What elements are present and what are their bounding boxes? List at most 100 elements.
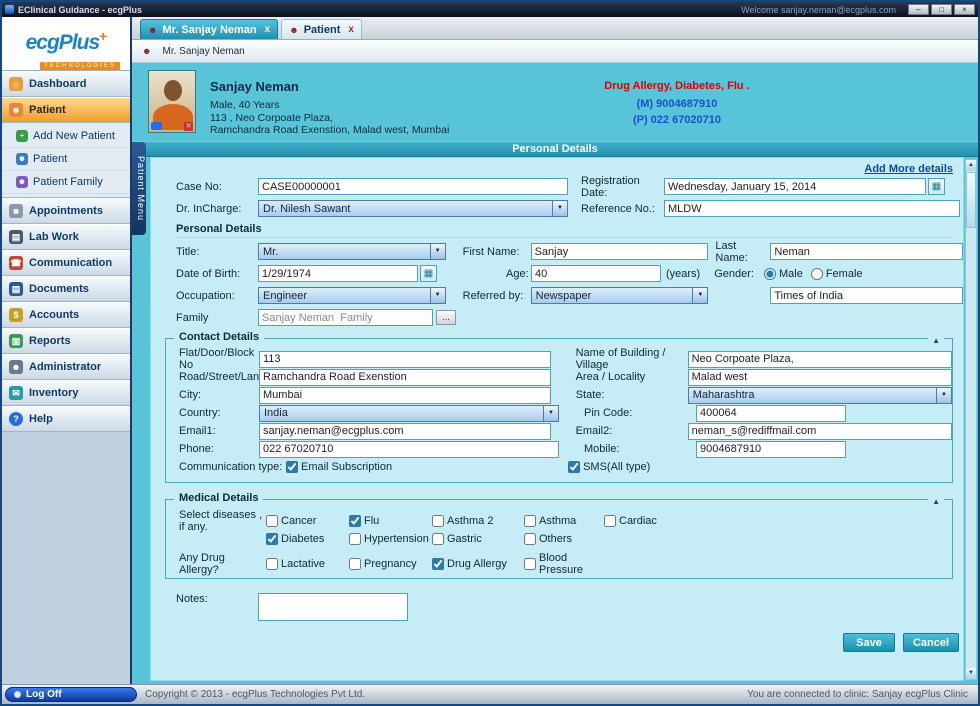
gender-female-input[interactable] xyxy=(811,268,823,280)
cardiac-input[interactable] xyxy=(604,515,616,527)
asthma-input[interactable] xyxy=(524,515,536,527)
disease-flu-checkbox[interactable]: Flu xyxy=(349,515,432,527)
sidebar-item-dashboard[interactable]: ⌂ Dashboard xyxy=(2,71,130,97)
drug-allergy-input[interactable] xyxy=(432,558,444,570)
save-button[interactable]: Save xyxy=(843,633,895,652)
flat-input[interactable] xyxy=(259,351,551,368)
logo-text: ecgPlus+ xyxy=(2,25,130,54)
allergy-pregnancy-checkbox[interactable]: Pregnancy xyxy=(349,558,432,570)
last-name-input[interactable] xyxy=(770,243,963,260)
dr-incharge-select[interactable]: Dr. Nilesh Sawant ▼ xyxy=(258,200,568,217)
gastric-input[interactable] xyxy=(432,533,444,545)
family-browse-button[interactable]: ... xyxy=(436,310,456,325)
diabetes-input[interactable] xyxy=(266,533,278,545)
others-input[interactable] xyxy=(524,533,536,545)
tab-sanjay-neman[interactable]: ☻ Mr. Sanjay Neman x xyxy=(140,19,278,39)
gender-female-radio[interactable]: Female xyxy=(811,268,863,280)
close-button[interactable]: × xyxy=(954,4,975,15)
age-input[interactable] xyxy=(531,265,661,282)
email1-input[interactable] xyxy=(259,423,551,440)
calendar-icon[interactable]: ▦ xyxy=(420,265,437,282)
occupation-select[interactable]: Engineer ▼ xyxy=(258,287,446,304)
title-select[interactable]: Mr. ▼ xyxy=(258,243,446,260)
sidebar-item-accounts[interactable]: $ Accounts xyxy=(2,302,130,328)
reference-no-input[interactable] xyxy=(664,200,960,217)
sidebar-item-patient-family[interactable]: ☻ Patient Family xyxy=(2,171,130,194)
disease-cancer-checkbox[interactable]: Cancer xyxy=(266,515,349,527)
disease-asthma-checkbox[interactable]: Asthma xyxy=(524,515,604,527)
calendar-icon[interactable]: ▦ xyxy=(928,178,945,195)
email2-input[interactable] xyxy=(688,423,952,440)
city-input[interactable] xyxy=(259,387,551,404)
blood-pressure-input[interactable] xyxy=(524,558,536,570)
hypertension-input[interactable] xyxy=(349,533,361,545)
collapse-icon[interactable]: ▲ xyxy=(928,497,944,506)
collapse-icon[interactable]: ▲ xyxy=(928,336,944,345)
asthma2-input[interactable] xyxy=(432,515,444,527)
lactative-input[interactable] xyxy=(266,558,278,570)
state-select[interactable]: Maharashtra ▼ xyxy=(688,387,952,404)
sidebar-item-patient-sub[interactable]: ☻ Patient xyxy=(2,148,130,171)
maximize-button[interactable]: □ xyxy=(931,4,952,15)
referred-by-detail-input[interactable] xyxy=(770,287,963,304)
mobile-input[interactable] xyxy=(696,441,846,458)
sidebar-item-inventory[interactable]: ✉ Inventory xyxy=(2,380,130,406)
cardiac-label: Cardiac xyxy=(619,515,657,527)
building-input[interactable] xyxy=(688,351,952,368)
sms-input[interactable] xyxy=(568,461,580,473)
notes-input[interactable] xyxy=(258,593,408,621)
case-no-input[interactable] xyxy=(258,178,568,195)
email-subscription-input[interactable] xyxy=(286,461,298,473)
sidebar-item-communication[interactable]: ☎ Communication xyxy=(2,250,130,276)
gender-male-radio[interactable]: Male xyxy=(764,268,803,280)
sidebar-item-patient[interactable]: ☻ Patient xyxy=(2,97,130,123)
cancer-input[interactable] xyxy=(266,515,278,527)
dob-input[interactable] xyxy=(258,265,418,282)
disease-diabetes-checkbox[interactable]: Diabetes xyxy=(266,533,349,545)
tab-close-icon[interactable]: x xyxy=(265,24,271,35)
flu-input[interactable] xyxy=(349,515,361,527)
log-off-button[interactable]: Log Off xyxy=(5,687,137,702)
sidebar-item-lab-work[interactable]: ▤ Lab Work xyxy=(2,224,130,250)
patient-alerts: Drug Allergy, Diabetes, Flu . xyxy=(512,80,842,92)
country-select[interactable]: India ▼ xyxy=(259,405,559,422)
minimize-button[interactable]: – xyxy=(908,4,929,15)
road-input[interactable] xyxy=(259,369,551,386)
vertical-scrollbar[interactable]: ▲ ▼ xyxy=(965,159,977,680)
remove-photo-icon[interactable]: ✕ xyxy=(184,122,193,131)
sidebar-item-help[interactable]: ? Help xyxy=(2,406,130,432)
sidebar-item-documents[interactable]: ▤ Documents xyxy=(2,276,130,302)
disease-cardiac-checkbox[interactable]: Cardiac xyxy=(604,515,704,527)
scrollbar-thumb[interactable] xyxy=(966,172,976,228)
cancel-button[interactable]: Cancel xyxy=(903,633,959,652)
area-input[interactable] xyxy=(688,369,952,386)
camera-icon[interactable] xyxy=(151,122,162,130)
disease-hypertension-checkbox[interactable]: Hypertension xyxy=(349,533,432,545)
disease-asthma2-checkbox[interactable]: Asthma 2 xyxy=(432,515,524,527)
referred-by-select[interactable]: Newspaper ▼ xyxy=(531,287,709,304)
disease-gastric-checkbox[interactable]: Gastric xyxy=(432,533,524,545)
sidebar-item-administrator[interactable]: ☻ Administrator xyxy=(2,354,130,380)
sms-checkbox[interactable]: SMS(All type) xyxy=(568,461,650,473)
email-subscription-checkbox[interactable]: Email Subscription xyxy=(286,461,392,473)
allergy-drug-allergy-checkbox[interactable]: Drug Allergy xyxy=(432,558,524,570)
sidebar-item-add-new-patient[interactable]: + Add New Patient xyxy=(2,125,130,148)
patient-menu-tab[interactable]: Patient Menu xyxy=(132,142,146,235)
allergy-lactative-checkbox[interactable]: Lactative xyxy=(266,558,349,570)
pin-input[interactable] xyxy=(696,405,846,422)
first-name-input[interactable] xyxy=(531,243,709,260)
disease-others-checkbox[interactable]: Others xyxy=(524,533,604,545)
tab-patient[interactable]: ☻ Patient x xyxy=(281,19,362,39)
gender-male-input[interactable] xyxy=(764,268,776,280)
add-more-details-link[interactable]: Add More details xyxy=(864,163,953,175)
scroll-down-icon[interactable]: ▼ xyxy=(966,668,976,679)
chevron-down-icon: ▼ xyxy=(430,244,445,259)
pregnancy-input[interactable] xyxy=(349,558,361,570)
sidebar-item-reports[interactable]: ▥ Reports xyxy=(2,328,130,354)
tab-close-icon[interactable]: x xyxy=(348,24,354,35)
registration-date-input[interactable] xyxy=(664,178,926,195)
sidebar-item-appointments[interactable]: ☻ Appointments xyxy=(2,198,130,224)
scroll-up-icon[interactable]: ▲ xyxy=(966,160,976,171)
phone-input[interactable] xyxy=(259,441,559,458)
allergy-blood-pressure-checkbox[interactable]: Blood Pressure xyxy=(524,552,611,576)
